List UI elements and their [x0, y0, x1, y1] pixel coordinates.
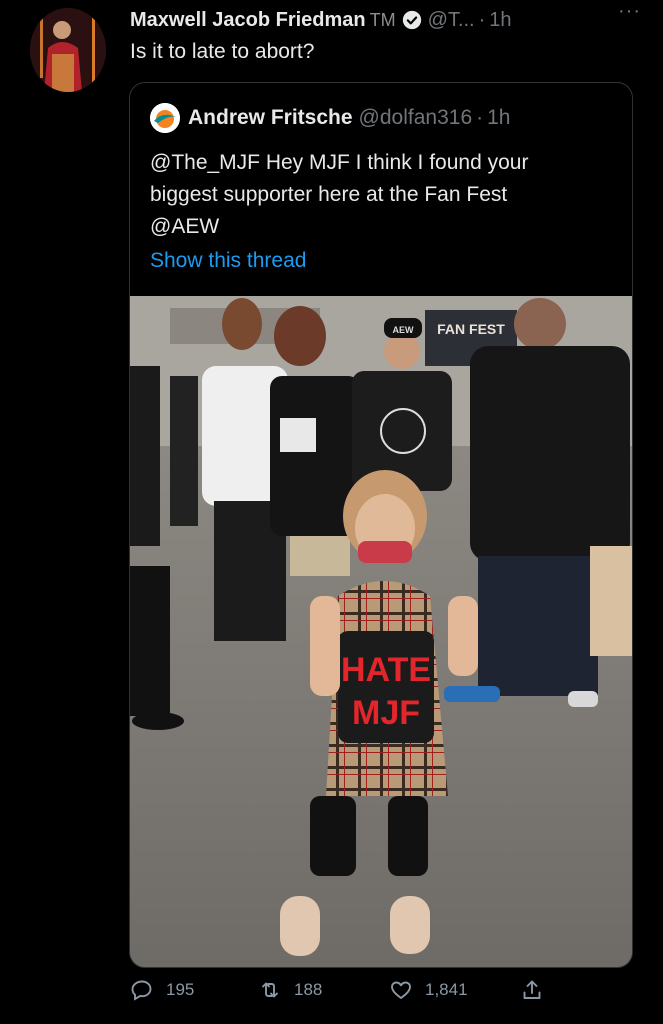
reply-icon: [131, 980, 152, 1001]
separator-dot: ·: [476, 106, 484, 129]
shirt-text-line-2: MJF: [352, 694, 420, 732]
tweet-photo[interactable]: FAN FEST AEW HATE MJF: [130, 296, 632, 967]
like-count: 1,841: [425, 980, 468, 999]
cap-logo-text: AEW: [393, 325, 415, 335]
retweet-icon: [262, 982, 278, 998]
fanfest-sign-text: FAN FEST: [437, 321, 505, 337]
author-handle[interactable]: @T...: [428, 9, 475, 32]
quoted-tweet-card[interactable]: Andrew Fritsche @dolfan316 · 1h @The_MJF…: [129, 82, 633, 968]
retweet-count: 188: [294, 980, 323, 999]
more-options-icon[interactable]: ···: [618, 0, 641, 23]
quoted-tweet-timestamp[interactable]: 1h: [487, 106, 510, 130]
share-icon: [523, 980, 541, 999]
tweet-actions-bar: 195 188 1,841: [130, 978, 550, 1010]
retweet-button[interactable]: 188: [258, 978, 322, 1002]
quoted-author-handle[interactable]: @dolfan316: [359, 106, 473, 130]
show-thread-link[interactable]: Show this thread: [150, 249, 306, 273]
tweet-text: Is it to late to abort?: [130, 40, 315, 63]
share-button[interactable]: [520, 978, 556, 1002]
heart-icon: [391, 981, 411, 999]
tweet-timestamp[interactable]: 1h: [489, 9, 511, 32]
quoted-author-avatar[interactable]: [150, 103, 180, 133]
tweet-header: Maxwell Jacob Friedman TM @T... · 1h: [130, 6, 643, 34]
trademark-label: TM: [369, 9, 396, 30]
author-avatar[interactable]: [30, 8, 106, 92]
verified-badge-icon: [402, 10, 422, 30]
separator-dot: ·: [478, 8, 486, 31]
quoted-author-name[interactable]: Andrew Fritsche: [188, 106, 353, 130]
reply-count: 195: [166, 980, 195, 999]
quoted-tweet-header: Andrew Fritsche @dolfan316 · 1h: [150, 103, 510, 133]
reply-button[interactable]: 195: [130, 978, 194, 1002]
shirt-text-line-1: HATE: [341, 651, 431, 689]
quoted-tweet-text: @The_MJF Hey MJF I think I found your bi…: [150, 151, 529, 238]
author-name[interactable]: Maxwell Jacob Friedman: [130, 9, 366, 32]
like-button[interactable]: 1,841: [389, 978, 468, 1002]
